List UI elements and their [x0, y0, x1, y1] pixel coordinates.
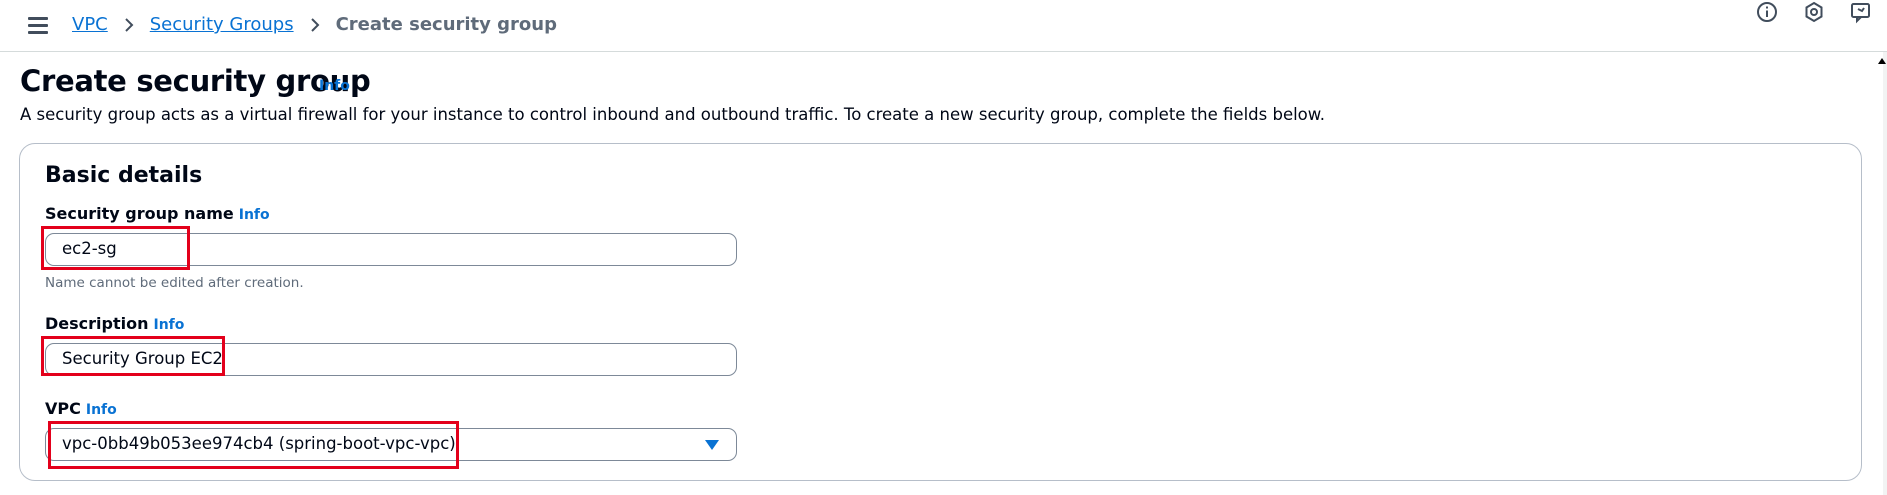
- security-group-name-input[interactable]: ec2-sg: [45, 233, 737, 266]
- top-navigation-bar: VPC Security Groups Create security grou…: [0, 0, 1887, 52]
- breadcrumb-link-security-groups[interactable]: Security Groups: [150, 14, 294, 35]
- chevron-right-icon: [124, 17, 134, 33]
- caret-down-icon: [705, 440, 719, 450]
- vpc-info-link[interactable]: Info: [86, 402, 117, 418]
- security-group-name-hint: Name cannot be edited after creation.: [45, 275, 304, 291]
- field-label-text: Security group name: [45, 204, 234, 223]
- settings-hexagon-icon[interactable]: [1802, 0, 1826, 24]
- vpc-select-value: vpc-0bb49b053ee974cb4 (spring-boot-vpc-v…: [62, 434, 456, 453]
- info-icon[interactable]: [1755, 0, 1779, 24]
- vpc-label: VPC Info: [45, 399, 117, 418]
- chevron-right-icon: [310, 17, 320, 33]
- vpc-select[interactable]: vpc-0bb49b053ee974cb4 (spring-boot-vpc-v…: [45, 428, 737, 461]
- feedback-icon[interactable]: [1849, 0, 1873, 24]
- security-group-name-info-link[interactable]: Info: [239, 207, 270, 223]
- breadcrumb-link-vpc[interactable]: VPC: [72, 14, 108, 35]
- security-group-name-label: Security group name Info: [45, 204, 270, 223]
- page-info-link[interactable]: Info: [319, 78, 350, 94]
- section-title: Basic details: [45, 163, 203, 188]
- menu-icon[interactable]: [28, 16, 50, 34]
- field-label-text: Description: [45, 314, 149, 333]
- scroll-up-arrow-icon[interactable]: [1878, 58, 1886, 64]
- breadcrumb-current: Create security group: [335, 14, 557, 35]
- field-label-text: VPC: [45, 399, 81, 418]
- description-label: Description Info: [45, 314, 184, 333]
- page-title: Create security group: [20, 64, 371, 98]
- description-info-link[interactable]: Info: [153, 317, 184, 333]
- breadcrumb: VPC Security Groups Create security grou…: [72, 14, 557, 35]
- page-scrollbar[interactable]: [1883, 52, 1887, 495]
- page-description: A security group acts as a virtual firew…: [20, 105, 1325, 124]
- description-input[interactable]: Security Group EC2: [45, 343, 737, 376]
